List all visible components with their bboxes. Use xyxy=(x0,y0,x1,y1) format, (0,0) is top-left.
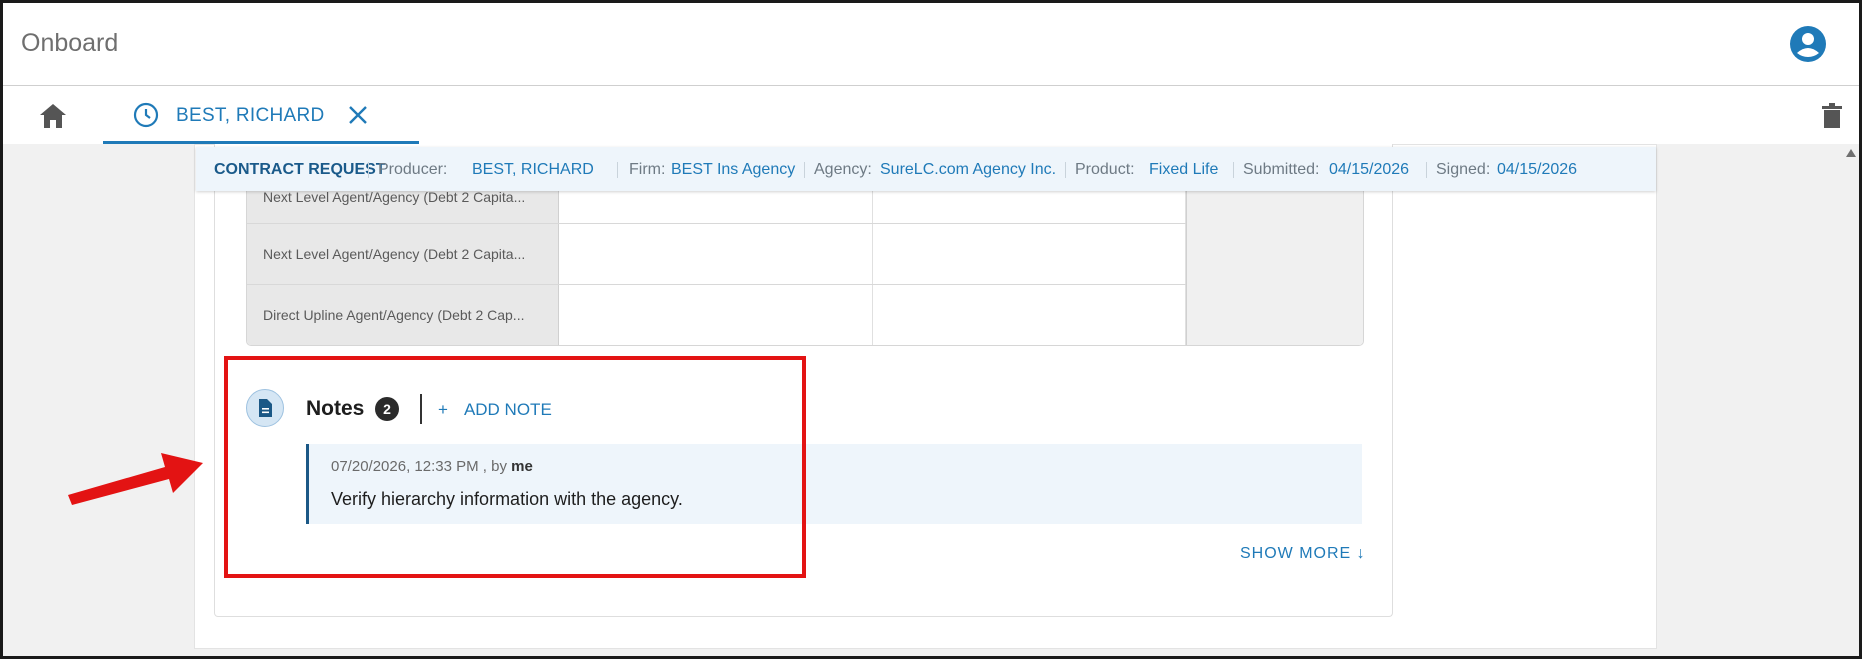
table-cell[interactable] xyxy=(873,224,1186,284)
agency-label: Agency: xyxy=(814,161,872,178)
signed-label: Signed: xyxy=(1436,161,1491,178)
show-more-button[interactable]: SHOW MORE ↓ xyxy=(1240,545,1366,563)
signed-value: 04/15/2026 xyxy=(1497,161,1578,178)
submitted-label: Submitted: xyxy=(1243,161,1320,178)
contract-request-heading: CONTRACT REQUEST xyxy=(214,161,386,178)
hierarchy-row-label: Direct Upline Agent/Agency (Debt 2 Cap..… xyxy=(247,285,559,345)
product-value: Fixed Life xyxy=(1149,161,1219,178)
separator xyxy=(1233,162,1234,178)
separator xyxy=(1065,162,1066,178)
table-cell[interactable] xyxy=(559,285,873,345)
tab-best-richard[interactable]: BEST, RICHARD xyxy=(103,86,419,144)
producer-value[interactable]: BEST, RICHARD xyxy=(472,161,594,179)
product-label: Product: xyxy=(1075,161,1135,178)
account-circle-icon[interactable] xyxy=(1789,25,1827,63)
tab-bar: BEST, RICHARD xyxy=(3,86,1859,144)
agency-value[interactable]: SureLC.com Agency Inc. xyxy=(880,161,1056,179)
annotation-arrow-icon xyxy=(68,453,203,505)
separator xyxy=(1426,162,1427,178)
producer-label: Producer: xyxy=(378,161,448,178)
home-icon[interactable] xyxy=(39,103,67,129)
clock-icon xyxy=(133,102,159,128)
app-window: Onboard BEST, RICHARD CONTRACT REQUEST P… xyxy=(0,0,1862,659)
trash-icon[interactable] xyxy=(1821,103,1843,129)
close-icon[interactable] xyxy=(346,103,370,127)
app-bar: Onboard xyxy=(3,3,1859,86)
separator xyxy=(368,162,369,178)
annotation-highlight-box xyxy=(224,356,806,578)
app-title: Onboard xyxy=(21,29,119,57)
submitted-value: 04/15/2026 xyxy=(1329,161,1410,178)
firm-value[interactable]: BEST Ins Agency xyxy=(671,161,795,179)
table-cell[interactable] xyxy=(873,285,1186,345)
separator xyxy=(617,162,618,178)
scrollbar[interactable] xyxy=(1841,144,1859,656)
scroll-up-icon[interactable] xyxy=(1846,149,1856,157)
separator xyxy=(804,162,805,178)
tab-label: BEST, RICHARD xyxy=(176,105,325,126)
contract-request-bar: CONTRACT REQUEST Producer: BEST, RICHARD… xyxy=(196,147,1656,191)
hierarchy-row-label: Next Level Agent/Agency (Debt 2 Capita..… xyxy=(247,224,559,284)
table-cell[interactable] xyxy=(559,224,873,284)
firm-label: Firm: xyxy=(629,161,666,178)
